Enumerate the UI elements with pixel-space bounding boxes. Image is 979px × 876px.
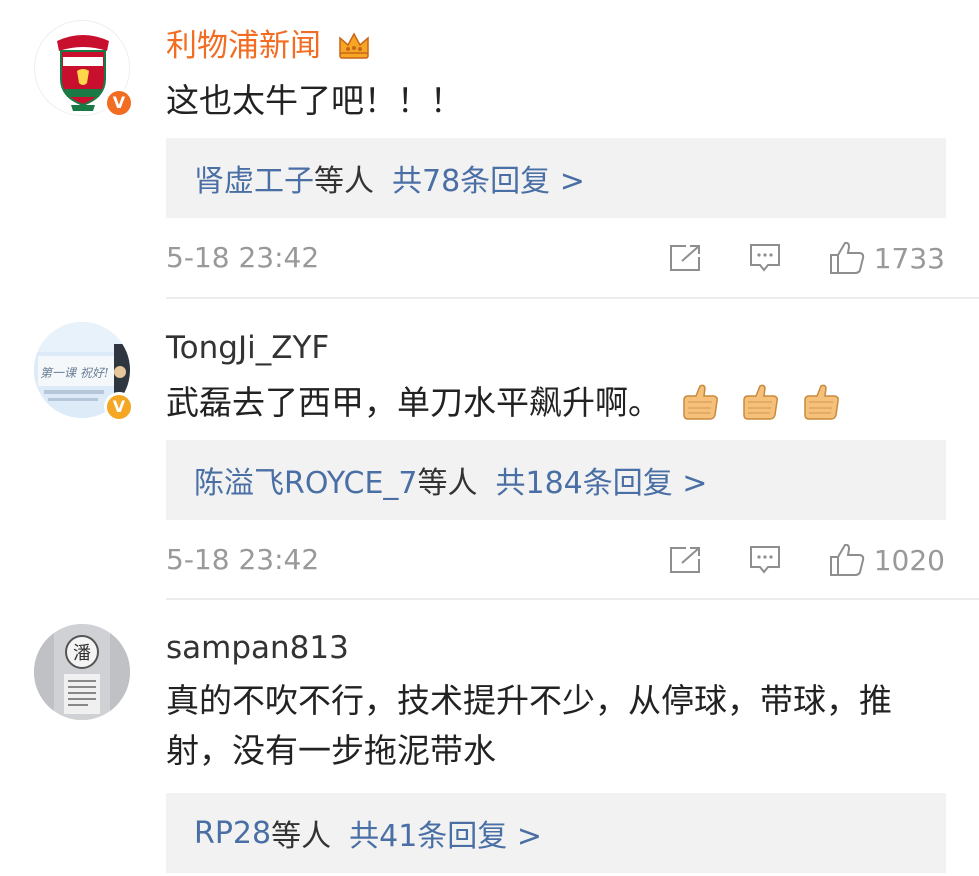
comment-item: 第一课 祝好! V TongJi_ZYF 武磊去了西甲，单刀水平飙升啊。 陈溢飞… — [0, 300, 979, 600]
reply-summary[interactable]: RP28 等人 共41条回复 > — [166, 793, 946, 873]
comment-actions: 1020 — [668, 540, 945, 580]
reply-users[interactable]: RP28 — [194, 816, 271, 851]
verified-badge: V — [104, 88, 134, 118]
username-text[interactable]: TongJi_ZYF — [166, 330, 329, 366]
timestamp: 5-18 23:42 — [166, 543, 320, 576]
svg-text:潘: 潘 — [73, 643, 91, 664]
username[interactable]: sampan813 — [166, 628, 349, 668]
reply-suffix: 等人 — [417, 466, 478, 501]
reply-count[interactable]: 共78条回复 > — [392, 156, 585, 200]
username-text[interactable]: sampan813 — [166, 630, 349, 666]
username-text[interactable]: 利物浦新闻 — [166, 28, 321, 64]
comment-text: 武磊去了西甲，单刀水平飙升啊。 — [166, 383, 661, 422]
reply-summary[interactable]: 陈溢飞ROYCE_7 等人 共184条回复 > — [166, 440, 946, 520]
share-icon[interactable] — [668, 545, 702, 575]
verified-badge: V — [104, 392, 134, 422]
username[interactable]: TongJi_ZYF — [166, 328, 329, 368]
reply-count[interactable]: 共41条回复 > — [349, 811, 542, 855]
comment-text: 真的不吹不行，技术提升不少，从停球，带球，推射，没有一步拖泥带水 — [166, 681, 892, 770]
avatar-wrapper[interactable]: 第一课 祝好! V — [34, 322, 134, 422]
reply-summary[interactable]: 肾虚工子 等人 共78条回复 > — [166, 138, 946, 218]
thumbs-up-icon[interactable] — [828, 542, 866, 578]
thumbs-up-icon[interactable] — [828, 240, 866, 276]
divider — [166, 297, 979, 299]
comment-icon[interactable] — [748, 242, 782, 274]
thumbs-up-emoji — [799, 382, 843, 436]
comment-icon[interactable] — [748, 544, 782, 576]
comment-text-wrapper: 武磊去了西甲，单刀水平飙升啊。 — [166, 378, 956, 436]
reply-users[interactable]: 肾虚工子 — [194, 156, 314, 200]
timestamp: 5-18 23:42 — [166, 241, 320, 274]
crown-icon — [337, 30, 371, 70]
like-count: 1020 — [873, 543, 945, 577]
comment-actions: 1733 — [668, 238, 945, 278]
reply-suffix: 等人 — [271, 819, 332, 854]
username[interactable]: 利物浦新闻 — [166, 26, 371, 70]
comment-item: V 利物浦新闻 这也太牛了吧！！！ 肾虚工子 等人 共78条回复 > 5-18 … — [0, 0, 979, 300]
reply-users[interactable]: 陈溢飞ROYCE_7 — [194, 458, 418, 502]
seal-avatar: 潘 — [34, 624, 130, 720]
reply-count[interactable]: 共184条回复 > — [496, 458, 708, 502]
avatar[interactable]: 潘 — [34, 624, 130, 720]
thumbs-up-emoji — [738, 382, 782, 436]
like-count: 1733 — [873, 241, 945, 275]
avatar-wrapper[interactable]: V — [34, 20, 134, 120]
share-icon[interactable] — [668, 243, 702, 273]
comment-text: 这也太牛了吧！！！ — [166, 81, 463, 120]
avatar-wrapper[interactable]: 潘 — [34, 624, 134, 724]
reply-suffix: 等人 — [314, 164, 374, 199]
svg-text:第一课 祝好!: 第一课 祝好! — [40, 366, 109, 380]
thumbs-up-emoji — [678, 382, 722, 436]
comment-item: 潘 sampan813 真的不吹不行，技术提升不少，从停球，带球，推射，没有一步… — [0, 600, 979, 876]
